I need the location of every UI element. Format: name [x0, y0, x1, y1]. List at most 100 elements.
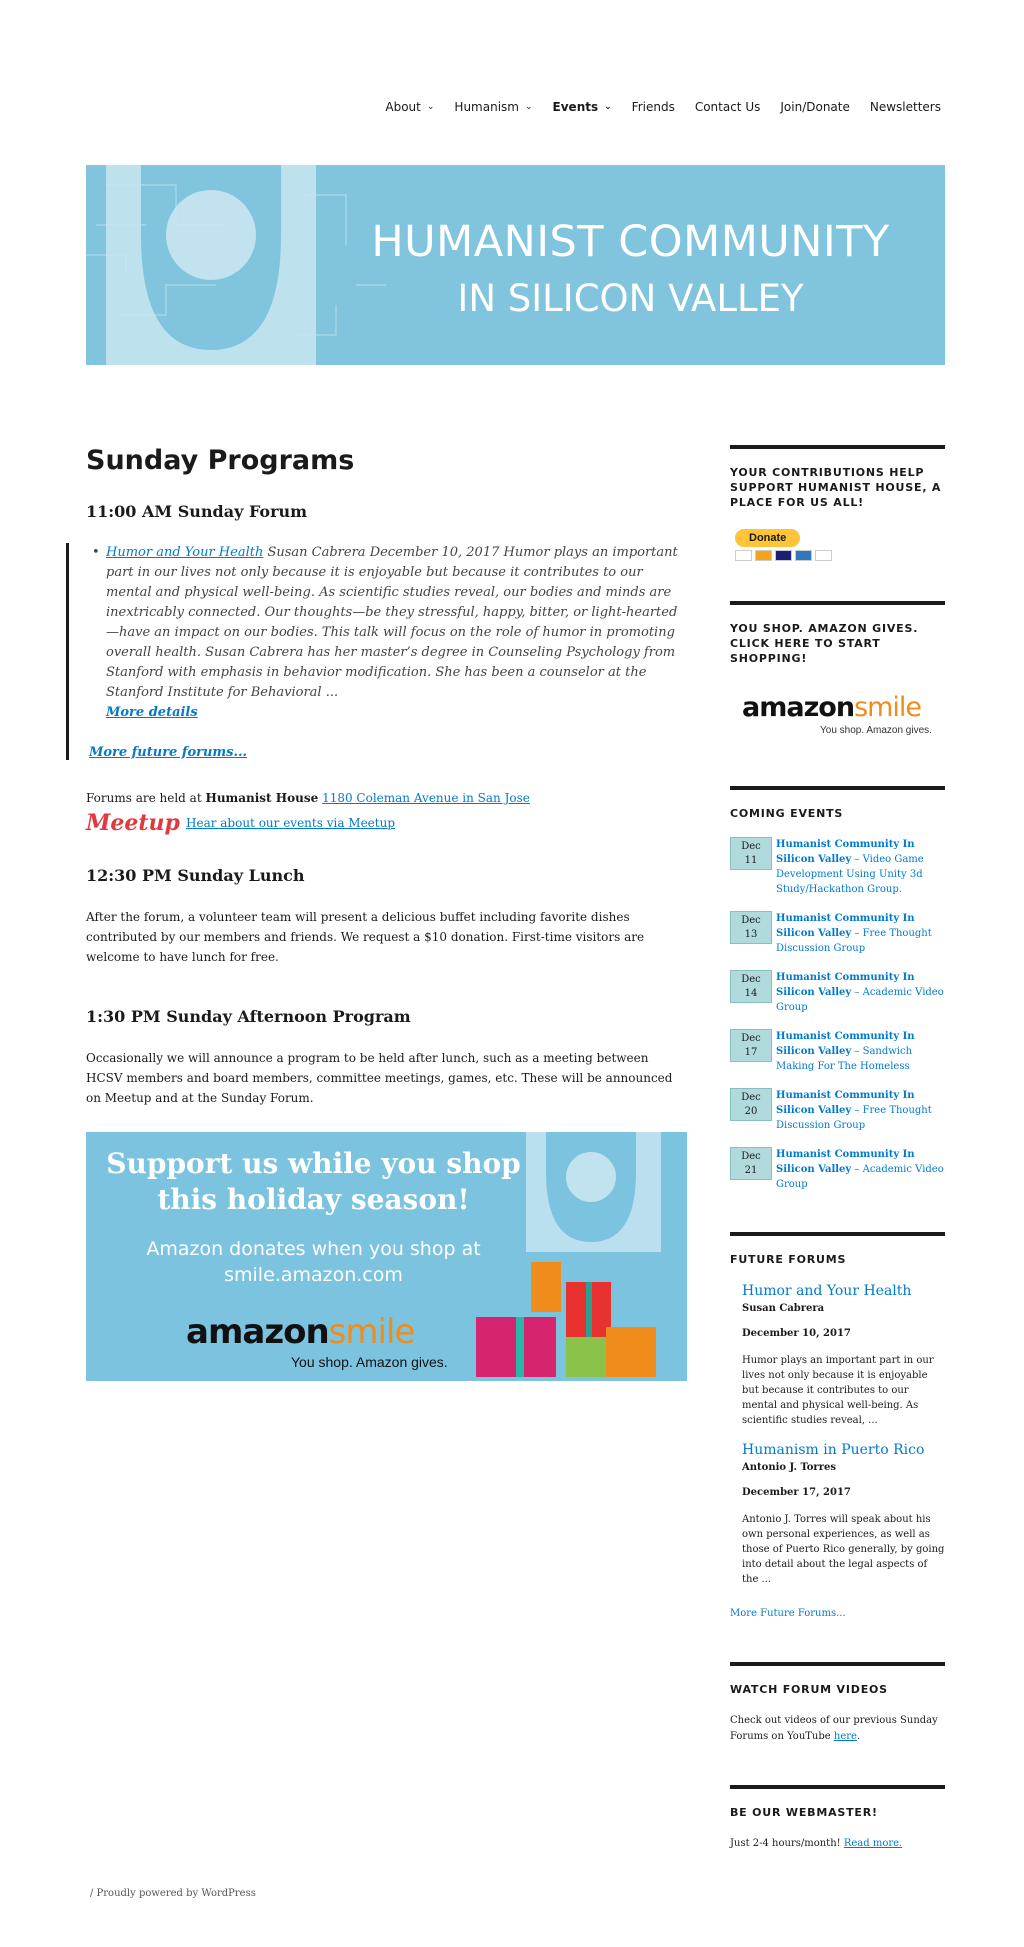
location-place: Humanist House: [205, 791, 319, 805]
event-date: Dec 20: [730, 1088, 772, 1121]
logo-smile: smile: [328, 1312, 416, 1352]
chevron-down-icon: ⌄: [426, 102, 435, 112]
nav-label: Friends: [631, 100, 675, 114]
nav-humanism[interactable]: Humanism ⌄: [454, 100, 532, 114]
list-item[interactable]: Dec 14 Humanist Community In Silicon Vall…: [730, 970, 945, 1015]
forum-list: Humor and Your Health Susan Cabrera Dece…: [66, 543, 686, 760]
list-item[interactable]: Dec 17 Humanist Community In Silicon Vall…: [730, 1029, 945, 1074]
videos-widget: WATCH FORUM VIDEOS Check out videos of o…: [730, 1662, 945, 1745]
meetup-logo[interactable]: Meetup: [86, 810, 180, 836]
amazon-smile-promo[interactable]: Support us while you shop this holiday s…: [86, 1132, 687, 1381]
forum-link[interactable]: Humor and Your Health: [106, 545, 263, 560]
event-month: Dec: [741, 915, 761, 926]
list-item[interactable]: Dec 20 Humanist Community In Silicon Vall…: [730, 1088, 945, 1133]
footer-credit[interactable]: / Proudly powered by WordPress: [90, 1888, 256, 1899]
afternoon-text: Occasionally we will announce a program …: [86, 1051, 673, 1105]
coming-events-widget: COMING EVENTS Dec 11 Humanist Community I…: [730, 786, 945, 1192]
banner-title: HUMANIST COMMUNITY: [371, 217, 890, 267]
webmaster-widget: BE OUR WEBMASTER! Just 2-4 hours/month! …: [730, 1785, 945, 1852]
event-title[interactable]: Humanist Community In Silicon Valley – F…: [776, 911, 945, 956]
event-title[interactable]: Humanist Community In Silicon Valley – S…: [776, 1029, 945, 1074]
amazon-widget: YOU SHOP. AMAZON GIVES. CLICK HERE TO ST…: [730, 601, 945, 746]
more-details-link[interactable]: More details: [106, 705, 198, 720]
read-more-link[interactable]: Read more.: [844, 1838, 902, 1849]
promo-amazon-logo: amazonsmile: [186, 1312, 416, 1352]
forum-location: Forums are held at Humanist House 1180 C…: [86, 788, 686, 808]
nav-friends[interactable]: Friends: [632, 100, 675, 114]
donate-widget: YOUR CONTRIBUTIONS HELP SUPPORT HUMANIST…: [730, 445, 945, 561]
list-item: Humanism in Puerto Rico Antonio J. Torre…: [742, 1442, 945, 1587]
webmaster-text: Just 2-4 hours/month! Read more.: [730, 1836, 945, 1852]
forum-date: December 10, 2017: [742, 1328, 851, 1339]
event-day: 13: [744, 929, 758, 940]
forum-title-link[interactable]: Humanism in Puerto Rico: [742, 1442, 945, 1458]
maestro-icon: [775, 550, 792, 561]
nav-about[interactable]: About ⌄: [385, 100, 434, 114]
event-month: Dec: [741, 1033, 761, 1044]
forum-summary: Susan Cabrera December 10, 2017 Humor pl…: [106, 545, 678, 700]
logo-main: amazon: [742, 692, 855, 723]
event-date: Dec 11: [730, 837, 772, 870]
more-future-forums-link[interactable]: More Future Forums...: [730, 1608, 846, 1619]
afternoon-heading: 1:30 PM Sunday Afternoon Program: [86, 1007, 411, 1026]
youtube-link[interactable]: here: [834, 1731, 857, 1742]
widget-title: YOU SHOP. AMAZON GIVES. CLICK HERE TO ST…: [730, 622, 919, 665]
forum-speaker: Antonio J. Torres: [742, 1462, 836, 1473]
location-prefix: Forums are held at: [86, 791, 206, 805]
event-month: Dec: [741, 974, 761, 985]
forum-speaker: Susan Cabrera: [742, 1303, 825, 1314]
chevron-down-icon: ⌄: [604, 102, 612, 112]
amazon-tagline: You shop. Amazon gives.: [820, 725, 932, 736]
event-day: 20: [744, 1106, 758, 1117]
forum-heading: 11:00 AM Sunday Forum: [86, 502, 308, 521]
list-item[interactable]: Dec 11 Humanist Community In Silicon Vall…: [730, 837, 945, 897]
nav-label: Events: [552, 100, 599, 114]
list-item[interactable]: Dec 21 Humanist Community In Silicon Vall…: [730, 1147, 945, 1192]
nav-label: About: [385, 100, 421, 114]
forum-date: December 17, 2017: [742, 1487, 851, 1498]
event-title[interactable]: Humanist Community In Silicon Valley – A…: [776, 970, 945, 1015]
event-month: Dec: [741, 841, 761, 852]
sidebar: YOUR CONTRIBUTIONS HELP SUPPORT HUMANIST…: [730, 445, 945, 1892]
promo-headline: Support us while you shop this holiday s…: [106, 1147, 521, 1216]
lunch-text: After the forum, a volunteer team will p…: [86, 910, 645, 964]
mastercard-icon: [755, 550, 772, 561]
nav-label: Humanism: [454, 100, 519, 114]
promo-tagline: You shop. Amazon gives.: [291, 1354, 448, 1370]
event-day: 21: [744, 1165, 758, 1176]
chevron-down-icon: ⌄: [524, 102, 533, 112]
nav-contact[interactable]: Contact Us: [695, 100, 761, 114]
nav-label: Join/Donate: [780, 100, 850, 114]
more-forums-link[interactable]: More future forums...: [89, 745, 686, 760]
amex-icon: [795, 550, 812, 561]
address-link[interactable]: 1180 Coleman Avenue in San Jose: [322, 791, 530, 805]
event-title[interactable]: Humanist Community In Silicon Valley – V…: [776, 837, 945, 897]
event-title[interactable]: Humanist Community In Silicon Valley – A…: [776, 1147, 945, 1192]
logo-smile: smile: [854, 692, 922, 723]
meetup-row: Meetup Hear about our events via Meetup: [86, 810, 686, 836]
event-title[interactable]: Humanist Community In Silicon Valley – F…: [776, 1088, 945, 1133]
videos-text: Check out videos of our previous Sunday …: [730, 1713, 945, 1745]
site-banner[interactable]: HUMANIST COMMUNITY IN SILICON VALLEY: [86, 165, 945, 365]
forum-desc: Humor plays an important part in our liv…: [742, 1355, 934, 1426]
event-date: Dec 21: [730, 1147, 772, 1180]
nav-label: Newsletters: [869, 100, 941, 114]
nav-newsletters[interactable]: Newsletters: [870, 100, 941, 114]
donate-button[interactable]: Donate: [735, 529, 801, 547]
visa-icon: [735, 550, 752, 561]
discover-icon: [815, 550, 832, 561]
meetup-link[interactable]: Hear about our events via Meetup: [186, 816, 395, 830]
list-item: Humor and Your Health Susan Cabrera Dece…: [89, 543, 686, 723]
nav-events[interactable]: Events ⌄: [553, 100, 612, 114]
main-nav: About ⌄ Humanism ⌄ Events ⌄ Friends Contact…: [365, 100, 941, 114]
list-item[interactable]: Dec 13 Humanist Community In Silicon Vall…: [730, 911, 945, 956]
amazon-smile-logo[interactable]: amazonsmile: [742, 692, 945, 723]
widget-title: WATCH FORUM VIDEOS: [730, 1683, 888, 1696]
videos-period: .: [856, 1731, 861, 1742]
widget-title: COMING EVENTS: [730, 807, 844, 820]
promo-subtext: Amazon donates when you shop at smile.am…: [146, 1238, 481, 1286]
list-item: Humor and Your Health Susan Cabrera Dece…: [742, 1283, 945, 1428]
forum-title-link[interactable]: Humor and Your Health: [742, 1283, 945, 1299]
nav-join[interactable]: Join/Donate: [780, 100, 850, 114]
widget-title: BE OUR WEBMASTER!: [730, 1806, 878, 1819]
